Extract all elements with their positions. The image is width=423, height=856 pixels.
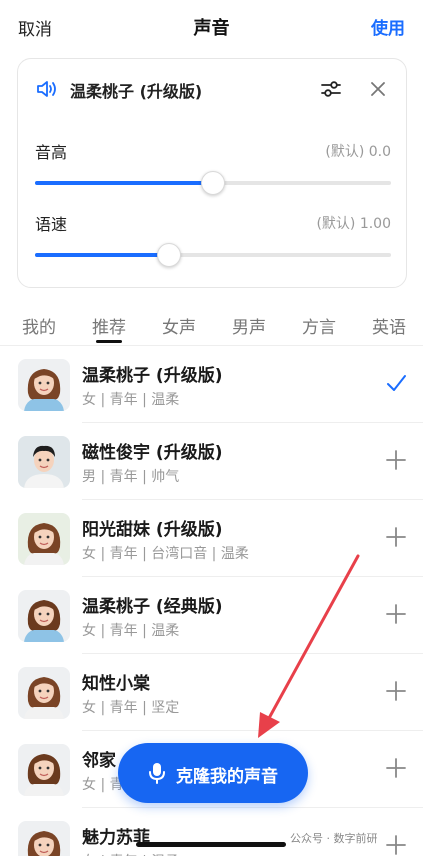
add-icon[interactable]	[385, 834, 407, 856]
active-tab-indicator	[96, 340, 122, 343]
voice-avatar	[18, 744, 70, 796]
current-voice-card: 温柔桃子 (升级版) 音高 (默认) 0.0 语速 (默认) 1.00	[17, 58, 407, 288]
use-button[interactable]: 使用	[371, 14, 405, 39]
clone-my-voice-button[interactable]: 克隆我的声音	[118, 743, 308, 803]
voice-avatar	[18, 667, 70, 719]
tab-male[interactable]: 男声	[232, 313, 266, 338]
voice-list-item[interactable]: 阳光甜妹 (升级版) 女 | 青年 | 台湾口音 | 温柔	[0, 500, 423, 577]
voice-tags: 男 | 青年 | 帅气	[82, 469, 180, 485]
voice-avatar	[18, 513, 70, 565]
top-bar: 取消 声音 使用	[0, 0, 423, 52]
add-icon[interactable]	[385, 603, 407, 625]
voice-avatar	[18, 359, 70, 411]
voice-name: 知性小棠	[82, 674, 150, 694]
speaker-icon[interactable]	[36, 79, 58, 103]
watermark: 公众号 · 数字前研	[290, 832, 378, 845]
voice-tags: 女 | 青年 | 坚定	[82, 700, 180, 716]
speed-value: (默认) 1.00	[316, 216, 391, 232]
voice-tags: 女 | 青年 | 温柔	[82, 623, 180, 639]
add-icon[interactable]	[385, 680, 407, 702]
add-icon[interactable]	[385, 757, 407, 779]
current-voice-header: 温柔桃子 (升级版)	[18, 77, 406, 101]
voice-list-item[interactable]: 温柔桃子 (经典版) 女 | 青年 | 温柔	[0, 577, 423, 654]
tab-english[interactable]: 英语	[372, 313, 406, 338]
settings-sliders-icon[interactable]	[320, 79, 342, 103]
voice-list-item[interactable]: 温柔桃子 (升级版) 女 | 青年 | 温柔	[0, 346, 423, 423]
voice-name: 邻家	[82, 751, 116, 771]
voice-name: 温柔桃子 (经典版)	[82, 597, 223, 617]
home-indicator	[136, 842, 286, 847]
pitch-slider-fill	[35, 181, 213, 185]
speed-slider-fill	[35, 253, 169, 257]
voice-tags: 女 | 青年 | 温柔	[82, 851, 179, 856]
current-voice-name: 温柔桃子 (升级版)	[70, 82, 203, 101]
pitch-value: (默认) 0.0	[325, 144, 391, 160]
page-title: 声音	[193, 18, 230, 39]
voice-tags: 女 | 青年 | 温柔	[82, 392, 180, 408]
voice-category-tabs: 我的 推荐 女声 男声 方言 英语	[0, 300, 423, 346]
voice-avatar	[18, 821, 70, 856]
tab-dialect[interactable]: 方言	[302, 313, 336, 338]
pitch-label: 音高	[35, 143, 68, 162]
voice-list-item[interactable]: 知性小棠女 | 青年 | 坚定	[0, 654, 423, 731]
checkmark-icon[interactable]	[385, 372, 407, 394]
tab-female[interactable]: 女声	[162, 313, 196, 338]
microphone-icon	[148, 762, 166, 788]
voice-name: 磁性俊宇 (升级版)	[82, 443, 223, 463]
add-icon[interactable]	[385, 526, 407, 548]
tab-recommended[interactable]: 推荐	[92, 313, 126, 338]
pitch-slider-handle[interactable]	[201, 171, 225, 195]
voice-avatar	[18, 436, 70, 488]
clone-button-label: 克隆我的声音	[176, 767, 278, 787]
add-icon[interactable]	[385, 449, 407, 471]
voice-avatar	[18, 590, 70, 642]
pitch-slider[interactable]	[35, 171, 391, 195]
tab-mine[interactable]: 我的	[22, 313, 56, 338]
voice-list-item[interactable]: 磁性俊宇 (升级版) 男 | 青年 | 帅气	[0, 423, 423, 500]
voice-name: 温柔桃子 (升级版)	[82, 366, 223, 386]
speed-slider-handle[interactable]	[156, 243, 181, 267]
voice-name: 阳光甜妹 (升级版)	[82, 520, 223, 540]
speed-label: 语速	[35, 215, 68, 234]
voice-tags: 女 | 青年 | 台湾口音 | 温柔	[82, 546, 249, 562]
speed-slider[interactable]	[35, 243, 391, 267]
close-icon[interactable]	[368, 79, 388, 103]
